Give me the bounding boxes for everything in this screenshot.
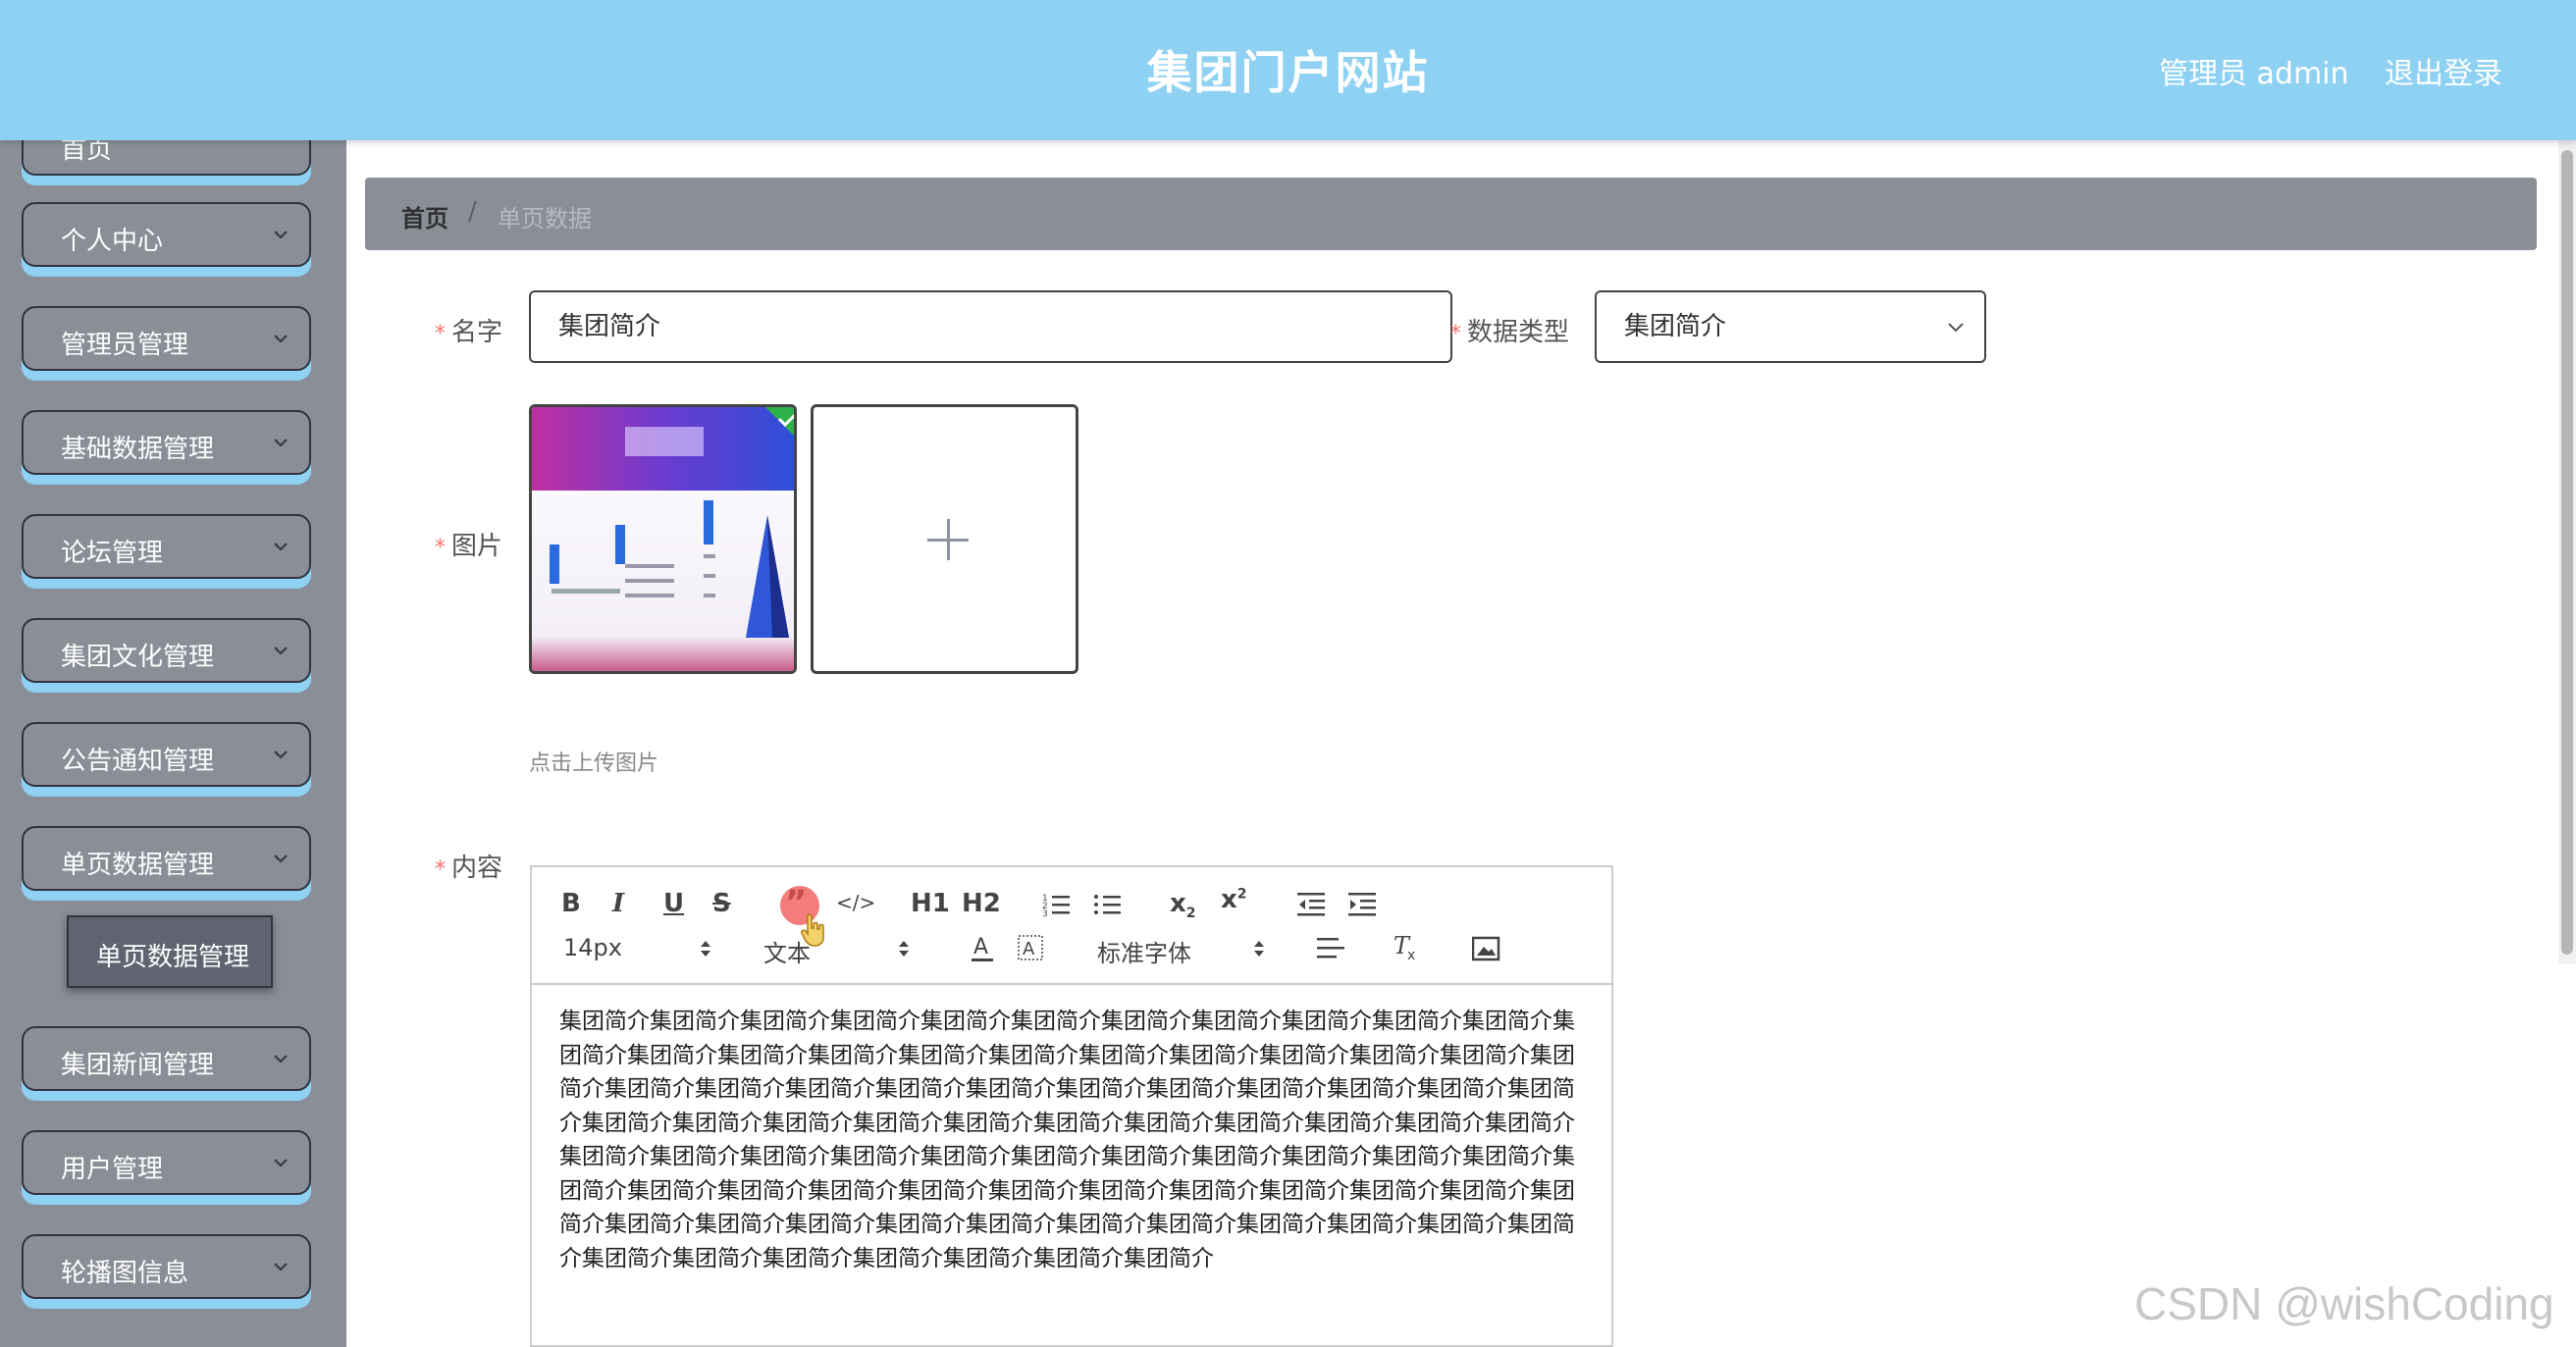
font-size-select[interactable]: 14px: [563, 934, 622, 961]
chevron-down-icon: [274, 1159, 288, 1167]
image-insert-icon[interactable]: [1472, 936, 1501, 961]
sidebar-item-single-page[interactable]: 单页数据管理: [22, 826, 311, 891]
breadcrumb-current: 单页数据: [498, 205, 592, 233]
clear-format-icon[interactable]: Tx: [1392, 932, 1421, 961]
sidebar-item-carousel[interactable]: 轮播图信息: [22, 1234, 311, 1299]
hand-cursor-icon: [801, 913, 824, 947]
sidebar-item-label: 基础数据管理: [61, 435, 215, 464]
data-type-select[interactable]: 集团简介: [1595, 290, 1986, 363]
sidebar-item-label: 用户管理: [61, 1155, 164, 1184]
submenu-single-page-data[interactable]: 单页数据管理: [67, 915, 273, 988]
updown-icon: [899, 941, 909, 957]
watermark: CSDN @wishCoding: [2134, 1278, 2554, 1329]
uploaded-image: [532, 407, 794, 671]
image-upload-button[interactable]: [811, 404, 1078, 674]
align-icon[interactable]: [1317, 936, 1346, 961]
chevron-down-icon: [274, 751, 288, 759]
chevron-down-icon: [274, 231, 288, 239]
sidebar-item-label: 管理员管理: [61, 331, 189, 360]
sidebar-item-basic-data[interactable]: 基础数据管理: [22, 410, 311, 475]
sidebar-item-forum[interactable]: 论坛管理: [22, 514, 311, 579]
content-label: * 内容: [435, 854, 503, 883]
svg-text:3: 3: [1042, 909, 1048, 916]
breadcrumb-separator: /: [468, 197, 477, 227]
strike-button[interactable]: S: [712, 889, 731, 918]
data-type-value: 集团简介: [1624, 312, 1727, 341]
chevron-down-icon: [274, 647, 288, 655]
svg-text:A: A: [1023, 939, 1035, 959]
code-block-button[interactable]: </>: [836, 891, 875, 914]
top-header: 集团门户网站 管理员 admin 退出登录: [0, 0, 2576, 140]
sidebar-item-culture[interactable]: 集团文化管理: [22, 618, 311, 683]
chevron-down-icon: [274, 855, 288, 863]
indent-icon[interactable]: [1348, 891, 1378, 916]
chevron-down-icon: [274, 1055, 288, 1063]
background-color-icon[interactable]: A: [1017, 934, 1044, 963]
superscript-button[interactable]: x2: [1221, 885, 1247, 914]
sidebar-item-label: 首页: [61, 140, 113, 165]
scrollbar-thumb[interactable]: [2561, 150, 2573, 955]
upload-hint: 点击上传图片: [529, 751, 659, 776]
breadcrumb: 首页 / 单页数据: [365, 178, 2537, 250]
h2-button[interactable]: H2: [962, 889, 1001, 918]
name-input[interactable]: 集团简介: [529, 290, 1452, 363]
font-color-icon[interactable]: A: [970, 934, 995, 963]
sidebar-item-notices[interactable]: 公告通知管理: [22, 722, 311, 787]
uploaded-image-thumbnail[interactable]: [529, 404, 797, 674]
svg-text:x: x: [1407, 948, 1415, 961]
sidebar-item-label: 集团文化管理: [61, 643, 215, 672]
name-label: * 名字: [435, 318, 503, 347]
submenu-label: 单页数据管理: [96, 943, 250, 972]
image-label: * 图片: [435, 532, 503, 561]
sidebar-item-label: 公告通知管理: [61, 747, 215, 776]
sidebar-item-label: 集团新闻管理: [61, 1051, 215, 1080]
sidebar-item-personal-center[interactable]: 个人中心: [22, 202, 311, 267]
bullet-list-icon[interactable]: [1093, 891, 1123, 916]
sidebar: 首页 个人中心 管理员管理 基础数据管理 论坛管理 集团文化管理 公告通知管理 …: [0, 140, 346, 1347]
sidebar-item-label: 轮播图信息: [61, 1259, 189, 1288]
chevron-down-icon: [274, 543, 288, 551]
admin-label: 管理员 admin: [2159, 57, 2349, 91]
editor-content[interactable]: 集团简介集团简介集团简介集团简介集团简介集团简介集团简介集团简介集团简介集团简介…: [559, 1005, 1580, 1275]
sidebar-item-home[interactable]: 首页: [22, 140, 311, 176]
sidebar-item-label: 论坛管理: [61, 539, 164, 568]
h1-button[interactable]: H1: [911, 889, 950, 918]
sidebar-item-label: 单页数据管理: [61, 851, 215, 880]
updown-icon: [1254, 941, 1264, 957]
sidebar-item-users[interactable]: 用户管理: [22, 1130, 311, 1195]
breadcrumb-home[interactable]: 首页: [401, 199, 448, 233]
ordered-list-icon[interactable]: 123: [1042, 891, 1072, 916]
logout-link[interactable]: 退出登录: [2385, 49, 2502, 92]
rich-text-editor: B I U S ” </> H1 H2 123 x2 x2 14px 文本 A …: [530, 865, 1613, 1347]
font-family-select[interactable]: 标准字体: [1097, 934, 1191, 968]
sidebar-item-news[interactable]: 集团新闻管理: [22, 1026, 311, 1091]
editor-toolbar: B I U S ” </> H1 H2 123 x2 x2 14px 文本 A …: [532, 867, 1611, 985]
chevron-down-icon: [274, 439, 288, 447]
subscript-button[interactable]: x2: [1170, 889, 1196, 921]
underline-button[interactable]: U: [663, 889, 684, 918]
updown-icon: [701, 941, 710, 957]
sidebar-item-label: 个人中心: [61, 227, 164, 256]
bold-button[interactable]: B: [561, 889, 581, 918]
italic-button[interactable]: I: [612, 889, 624, 918]
sidebar-item-admin-management[interactable]: 管理员管理: [22, 306, 311, 371]
outdent-icon[interactable]: [1297, 891, 1327, 916]
plus-icon-vertical: [947, 519, 950, 560]
page-scrollbar[interactable]: [2558, 140, 2576, 964]
chevron-down-icon: [274, 1263, 288, 1271]
chevron-down-icon: [1948, 323, 1964, 333]
chevron-down-icon: [274, 335, 288, 343]
data-type-label: * 数据类型: [1450, 318, 1570, 347]
svg-text:A: A: [973, 935, 988, 959]
